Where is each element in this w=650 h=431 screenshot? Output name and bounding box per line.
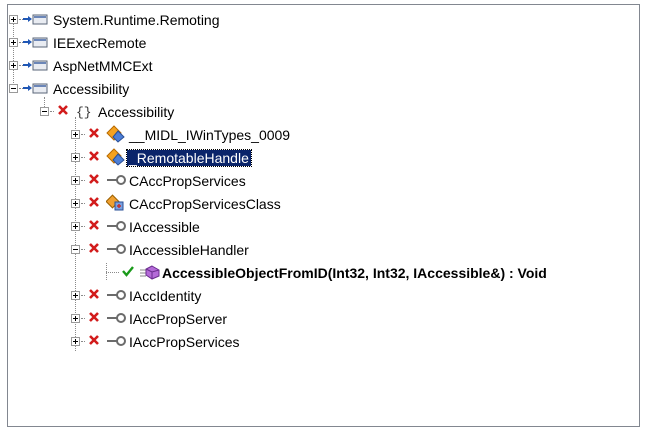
tree-node-label: Accessibility — [53, 81, 130, 97]
tree-node-aspnetmmcext[interactable]: AspNetMMCExt — [8, 55, 628, 77]
struct-icon — [106, 125, 126, 146]
collapse-toggle[interactable] — [9, 84, 18, 93]
x-mark-icon — [88, 149, 100, 166]
tree-node-midl-iwintypes[interactable]: __MIDL_IWinTypes_0009 — [8, 124, 628, 146]
tree-node-system-runtime-remoting[interactable]: System.Runtime.Remoting — [8, 9, 628, 31]
tree-node-iaccessible[interactable]: IAccessible — [8, 216, 628, 238]
expand-toggle[interactable] — [71, 130, 80, 139]
tree-node-label-selected: _RemotableHandle — [126, 149, 252, 167]
tree-node-label: Accessibility — [98, 104, 175, 120]
tree-node-label: CAccPropServicesClass — [129, 196, 281, 212]
method-icon — [139, 264, 161, 283]
tree-node-caccpropservices[interactable]: CAccPropServices — [8, 170, 628, 192]
interface-icon — [106, 242, 128, 258]
expand-toggle[interactable] — [71, 176, 80, 185]
tree-node-accessibility-namespace[interactable]: {} Accessibility — [8, 101, 628, 123]
interface-icon — [106, 173, 128, 189]
expand-toggle[interactable] — [71, 314, 80, 323]
interface-icon — [106, 219, 128, 235]
tree-node-iaccpropservices[interactable]: IAccPropServices — [8, 331, 628, 353]
assembly-icon — [22, 81, 52, 98]
interface-icon — [106, 334, 128, 350]
expand-toggle[interactable] — [9, 15, 18, 24]
tree-node-remotablehandle[interactable]: _RemotableHandle — [8, 147, 628, 169]
tree-node-accessibleobjectfromid[interactable]: AccessibleObjectFromID(Int32, Int32, IAc… — [8, 262, 628, 284]
expand-toggle[interactable] — [71, 222, 80, 231]
tree-node-label: AccessibleObjectFromID(Int32, Int32, IAc… — [162, 265, 547, 281]
tree-node-label: IEExecRemote — [53, 35, 147, 51]
x-mark-icon — [88, 195, 100, 212]
tree-node-label: System.Runtime.Remoting — [53, 12, 220, 28]
object-browser-tree[interactable]: System.Runtime.Remoting IEExecRemote Asp… — [7, 4, 640, 427]
x-mark-icon — [88, 333, 100, 350]
interface-icon — [106, 288, 128, 304]
coclass-icon — [105, 194, 126, 215]
tree-node-label: CAccPropServices — [129, 173, 246, 189]
expand-toggle[interactable] — [71, 291, 80, 300]
interface-icon — [106, 311, 128, 327]
tree-node-iaccidentity[interactable]: IAccIdentity — [8, 285, 628, 307]
expand-toggle[interactable] — [9, 38, 18, 47]
x-mark-icon — [88, 310, 100, 327]
tree-node-iaccessiblehandler[interactable]: IAccessibleHandler — [8, 239, 628, 261]
expand-toggle[interactable] — [9, 61, 18, 70]
assembly-icon — [22, 58, 52, 75]
x-mark-icon — [88, 241, 100, 258]
tree-node-label: __MIDL_IWinTypes_0009 — [129, 127, 291, 143]
collapse-toggle[interactable] — [40, 107, 49, 116]
struct-icon — [106, 148, 126, 169]
expand-toggle[interactable] — [71, 337, 80, 346]
assembly-icon — [22, 12, 52, 29]
x-mark-icon — [88, 126, 100, 143]
collapse-toggle[interactable] — [71, 245, 80, 254]
namespace-icon: {} — [75, 103, 95, 122]
tree-node-label: IAccessibleHandler — [129, 242, 249, 258]
tree-node-label: IAccPropServer — [129, 311, 228, 327]
x-mark-icon — [88, 172, 100, 189]
x-mark-icon — [88, 287, 100, 304]
x-mark-icon — [57, 103, 69, 120]
svg-text:{}: {} — [76, 105, 92, 119]
check-icon — [121, 264, 135, 281]
x-mark-icon — [88, 218, 100, 235]
tree-node-caccpropservicesclass[interactable]: CAccPropServicesClass — [8, 193, 628, 215]
expand-toggle[interactable] — [71, 199, 80, 208]
tree-node-label: AspNetMMCExt — [53, 58, 153, 74]
tree-node-accessibility-assembly[interactable]: Accessibility — [8, 78, 628, 100]
tree-node-label: IAccessible — [129, 219, 200, 235]
tree-node-ieexecremote[interactable]: IEExecRemote — [8, 32, 628, 54]
tree-node-label: IAccIdentity — [129, 288, 202, 304]
tree-node-iaccpropserver[interactable]: IAccPropServer — [8, 308, 628, 330]
expand-toggle[interactable] — [71, 153, 80, 162]
tree-node-label: IAccPropServices — [129, 334, 240, 350]
assembly-icon — [22, 35, 52, 52]
